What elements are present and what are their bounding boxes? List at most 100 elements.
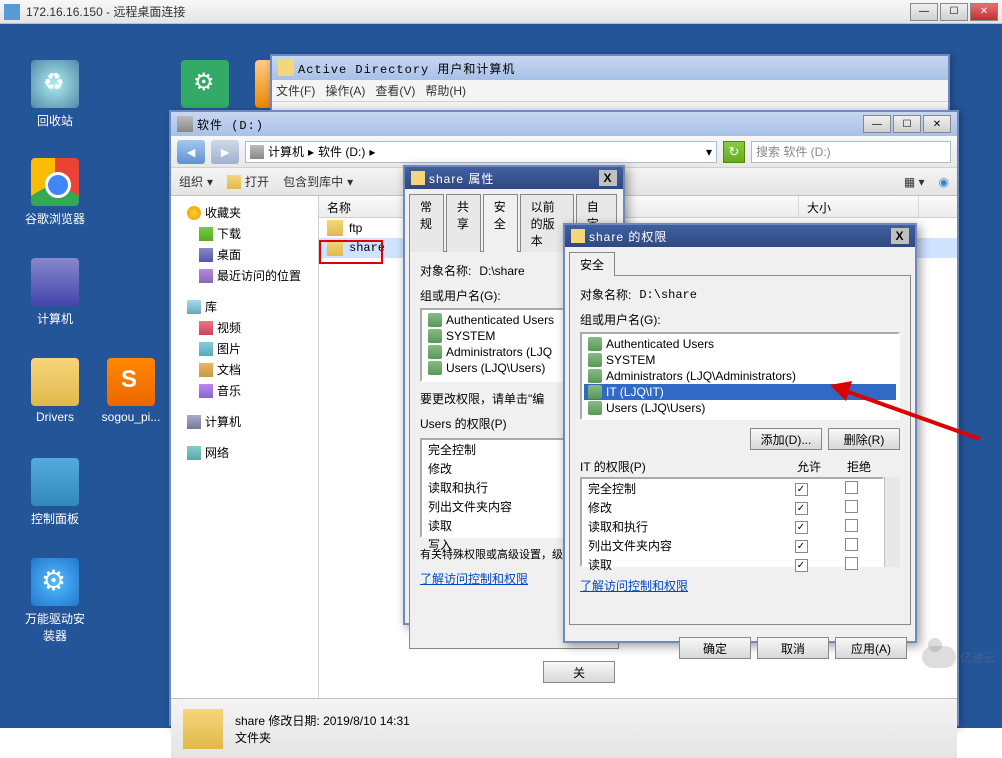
tab-sharing[interactable]: 共享 (446, 194, 481, 252)
tab-security[interactable]: 安全 (483, 194, 518, 252)
tree-pictures[interactable]: 图片 (177, 338, 312, 359)
icon-label: 万能驱动安装器 (20, 610, 90, 644)
deny-checkbox[interactable] (845, 481, 858, 494)
perm-acl-link[interactable]: 了解访问控制和权限 (580, 577, 900, 594)
tree-desktop[interactable]: 桌面 (177, 244, 312, 265)
rdp-titlebar[interactable]: 172.16.16.150 - 远程桌面连接 — ☐ ✕ (0, 0, 1002, 24)
allow-checkbox[interactable] (795, 483, 808, 496)
tree-recent[interactable]: 最近访问的位置 (177, 265, 312, 286)
tree-network[interactable]: 网络 (177, 442, 312, 463)
help-button[interactable]: ◉ (939, 175, 949, 189)
tree-video[interactable]: 视频 (177, 317, 312, 338)
group-icon (428, 345, 442, 359)
app-icon (31, 558, 79, 606)
deny-checkbox[interactable] (845, 519, 858, 532)
perm-name: 读取和执行 (588, 518, 776, 535)
include-button[interactable]: 包含到库中 ▾ (283, 173, 353, 190)
open-button[interactable]: 打开 (227, 173, 269, 190)
rdp-title: 172.16.16.150 - 远程桌面连接 (26, 3, 910, 20)
library-icon (187, 300, 201, 314)
perm-name: 读取 (588, 556, 776, 573)
app-icon (31, 158, 79, 206)
deny-checkbox[interactable] (845, 538, 858, 551)
breadcrumb-computer[interactable]: 计算机 (268, 143, 304, 160)
tree-libraries[interactable]: 库 (177, 296, 312, 317)
desktop-icon-计算机[interactable]: 计算机 (20, 258, 90, 327)
user-item[interactable]: Users (LJQ\Users) (584, 400, 896, 416)
explorer-close[interactable]: ✕ (923, 115, 951, 133)
explorer-minimize[interactable]: — (863, 115, 891, 133)
download-icon (199, 227, 213, 241)
perm-titlebar[interactable]: share 的权限 X (565, 225, 915, 247)
apply-button[interactable]: 应用(A) (835, 637, 907, 659)
dropdown-icon[interactable]: ▾ (706, 145, 712, 159)
perm-row: 读取 (582, 555, 882, 574)
props-titlebar[interactable]: share 属性 X (405, 167, 623, 189)
desktop-icon-谷歌浏览器[interactable]: 谷歌浏览器 (20, 158, 90, 227)
breadcrumb-drive[interactable]: 软件 (D:) (318, 143, 365, 160)
maximize-button[interactable]: ☐ (940, 3, 968, 21)
allow-checkbox[interactable] (795, 521, 808, 534)
tab-security[interactable]: 安全 (569, 252, 615, 276)
item-name: ftp (349, 221, 362, 235)
user-item[interactable]: Authenticated Users (584, 336, 896, 352)
back-button[interactable]: ◄ (177, 140, 205, 164)
preview-type: 文件夹 (235, 729, 410, 746)
view-button[interactable]: ▦ ▾ (904, 175, 925, 189)
user-item[interactable]: IT (LJQ\IT) (584, 384, 896, 400)
deny-checkbox[interactable] (845, 557, 858, 570)
tab-general[interactable]: 常规 (409, 194, 444, 252)
folder-icon (327, 220, 343, 236)
perm-close[interactable]: X (891, 228, 909, 244)
preview-pane: share 修改日期: 2019/8/10 14:31 文件夹 (171, 698, 957, 758)
tree-favorites[interactable]: 收藏夹 (177, 202, 312, 223)
search-input[interactable]: 搜索 软件 (D:) (751, 141, 951, 163)
desktop-icon-控制面板[interactable]: 控制面板 (20, 458, 90, 527)
icon-label: 计算机 (20, 310, 90, 327)
allow-checkbox[interactable] (795, 502, 808, 515)
user-item[interactable]: SYSTEM (584, 352, 896, 368)
tree-computer[interactable]: 计算机 (177, 411, 312, 432)
ok-button[interactable]: 确定 (679, 637, 751, 659)
deny-checkbox[interactable] (845, 500, 858, 513)
explorer-titlebar[interactable]: 软件 (D:) — ☐ ✕ (171, 112, 957, 136)
address-bar[interactable]: 计算机 ▸ 软件 (D:) ▸ ▾ (245, 141, 717, 163)
icon-label: 控制面板 (20, 510, 90, 527)
props-close[interactable]: X (599, 170, 617, 186)
share-permissions-dialog[interactable]: share 的权限 X 安全 对象名称: D:\share 组或用户名(G): … (563, 223, 917, 643)
ad-menu-file[interactable]: 文件(F) (276, 82, 315, 99)
remove-button[interactable]: 删除(R) (828, 428, 900, 450)
tree-documents[interactable]: 文档 (177, 359, 312, 380)
tree-music[interactable]: 音乐 (177, 380, 312, 401)
tree-downloads[interactable]: 下载 (177, 223, 312, 244)
allow-checkbox[interactable] (795, 559, 808, 572)
minimize-button[interactable]: — (910, 3, 938, 21)
perm-perm-list: 完全控制修改读取和执行列出文件夹内容读取 (580, 477, 884, 567)
ad-menu-help[interactable]: 帮助(H) (425, 82, 466, 99)
scrollbar[interactable] (884, 477, 900, 567)
forward-button[interactable]: ► (211, 140, 239, 164)
explorer-maximize[interactable]: ☐ (893, 115, 921, 133)
perm-object-value: D:\share (639, 288, 697, 302)
cancel-button[interactable]: 取消 (757, 637, 829, 659)
ad-menu-view[interactable]: 查看(V) (375, 82, 415, 99)
document-icon (199, 363, 213, 377)
col-size[interactable]: 大小 (799, 196, 919, 217)
organize-button[interactable]: 组织 ▾ (179, 173, 213, 190)
desktop-icon-回收站[interactable]: 回收站 (20, 60, 90, 129)
group-icon (588, 385, 602, 399)
perm-allow-header: 允许 (784, 458, 834, 475)
user-item[interactable]: Administrators (LJQ\Administrators) (584, 368, 896, 384)
perm-user-list[interactable]: Authenticated UsersSYSTEMAdministrators … (580, 332, 900, 420)
add-button[interactable]: 添加(D)... (750, 428, 822, 450)
desktop-icon-sogou_pi...[interactable]: sogou_pi... (96, 358, 166, 424)
app-icon (107, 358, 155, 406)
desktop-icon-万能驱动安装器[interactable]: 万能驱动安装器 (20, 558, 90, 644)
close-button[interactable]: ✕ (970, 3, 998, 21)
allow-checkbox[interactable] (795, 540, 808, 553)
video-icon (199, 321, 213, 335)
desktop-icon-Drivers[interactable]: Drivers (20, 358, 90, 424)
ad-menu-action[interactable]: 操作(A) (325, 82, 365, 99)
refresh-button[interactable]: ↻ (723, 141, 745, 163)
preview-date-label: 修改日期: (268, 714, 319, 728)
